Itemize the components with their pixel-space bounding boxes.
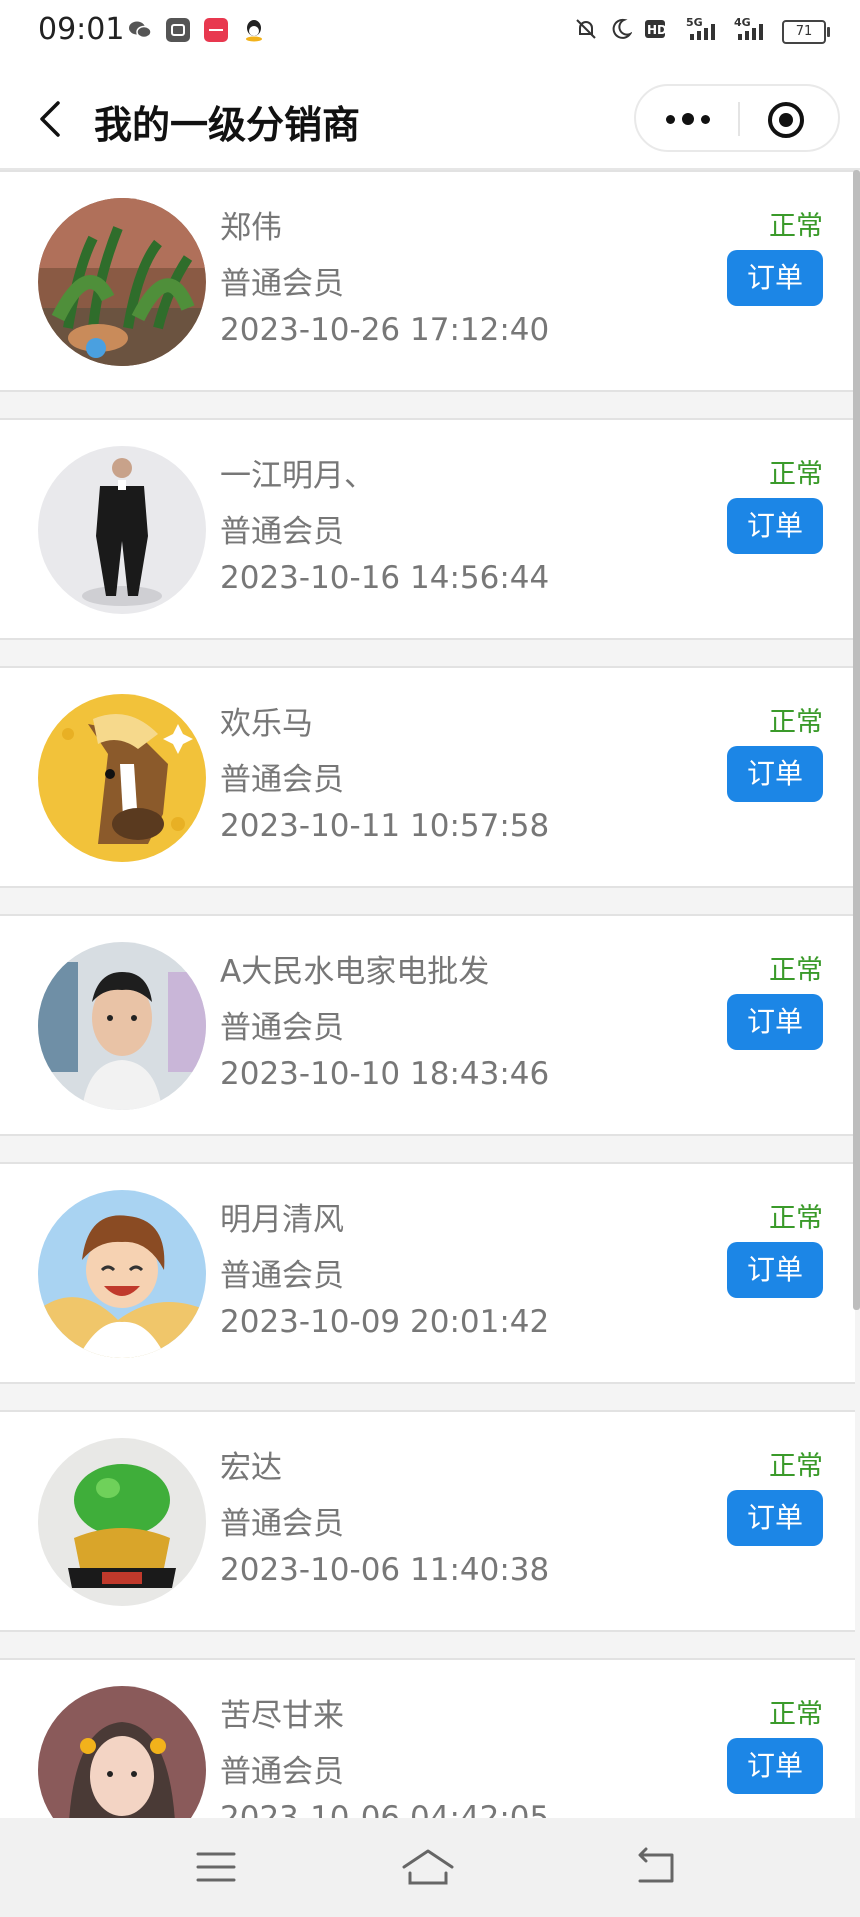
man-photo-avatar	[38, 942, 206, 1110]
cartoon-horse-avatar	[38, 694, 206, 862]
status-badge: 正常	[769, 1451, 823, 1482]
member-join-date: 2023-10-26 17:12:40	[220, 312, 550, 348]
list-item[interactable]: 明月清风 普通会员 2023-10-09 20:01:42 正常 订单	[0, 1162, 855, 1384]
menu-button[interactable]	[188, 1842, 244, 1892]
svg-text:HD: HD	[647, 23, 667, 37]
member-name: 宏达	[220, 1450, 282, 1486]
girl-photo-avatar	[38, 1686, 206, 1818]
target-close-icon	[768, 102, 804, 138]
plants-avatar	[38, 198, 206, 366]
member-join-date: 2023-10-16 14:56:44	[220, 560, 550, 596]
anime-boy-avatar	[38, 1190, 206, 1358]
order-button[interactable]: 订单	[727, 1242, 823, 1298]
status-indicators: HD 5G 4G 71	[574, 16, 830, 47]
nav-header: 我的一级分销商	[0, 70, 860, 170]
member-name: 郑伟	[220, 210, 282, 246]
scrollbar[interactable]	[853, 170, 860, 1310]
close-button[interactable]	[766, 100, 806, 140]
member-level: 普通会员	[220, 266, 344, 302]
status-badge: 正常	[769, 211, 823, 242]
jade-toad-avatar	[38, 1438, 206, 1606]
order-button[interactable]: 订单	[727, 498, 823, 554]
menu-icon	[196, 1852, 236, 1882]
status-badge: 正常	[769, 707, 823, 738]
list-item[interactable]: 郑伟 普通会员 2023-10-26 17:12:40 正常 订单	[0, 170, 855, 392]
battery-icon: 71	[782, 19, 830, 44]
order-button[interactable]: 订单	[727, 250, 823, 306]
svg-text:5G: 5G	[686, 16, 703, 29]
member-join-date: 2023-10-11 10:57:58	[220, 808, 550, 844]
member-level: 普通会员	[220, 514, 344, 550]
more-button[interactable]	[658, 104, 718, 134]
order-button[interactable]: 订单	[727, 746, 823, 802]
news-app-icon	[204, 18, 228, 42]
member-level: 普通会员	[220, 1754, 344, 1790]
4g-signal-icon: 4G	[734, 16, 770, 47]
member-list: 郑伟 普通会员 2023-10-26 17:12:40 正常 订单 一江明月、 …	[0, 170, 860, 1818]
wechat-icon	[128, 18, 152, 42]
member-join-date: 2023-10-06 04:42:05	[220, 1800, 550, 1818]
member-join-date: 2023-10-06 11:40:38	[220, 1552, 550, 1588]
list-item[interactable]: 一江明月、 普通会员 2023-10-16 14:56:44 正常 订单	[0, 418, 855, 640]
status-time: 09:01	[38, 12, 125, 47]
member-join-date: 2023-10-09 20:01:42	[220, 1304, 550, 1340]
member-level: 普通会员	[220, 1506, 344, 1542]
moon-icon	[610, 18, 633, 45]
status-badge: 正常	[769, 955, 823, 986]
miniprogram-capsule	[634, 84, 840, 152]
status-bar: 09:01 HD 5G 4G 71	[0, 0, 860, 70]
suit-man-avatar	[38, 446, 206, 614]
order-button[interactable]: 订单	[727, 1738, 823, 1794]
member-name: 明月清风	[220, 1202, 344, 1238]
silent-icon	[574, 17, 598, 46]
list-item[interactable]: 欢乐马 普通会员 2023-10-11 10:57:58 正常 订单	[0, 666, 855, 888]
member-level: 普通会员	[220, 762, 344, 798]
list-item[interactable]: 苦尽甘来 普通会员 2023-10-06 04:42:05 正常 订单	[0, 1658, 855, 1818]
status-badge: 正常	[769, 459, 823, 490]
gallery-icon	[166, 18, 190, 42]
member-name: A大民水电家电批发	[220, 954, 490, 990]
5g-signal-icon: 5G	[686, 16, 722, 47]
home-icon	[402, 1849, 454, 1885]
qq-icon	[242, 18, 266, 42]
order-button[interactable]: 订单	[727, 994, 823, 1050]
member-name: 苦尽甘来	[220, 1698, 344, 1734]
status-app-icons	[128, 18, 266, 42]
member-name: 欢乐马	[220, 706, 313, 742]
system-nav-bar	[0, 1818, 860, 1917]
return-icon	[638, 1847, 674, 1883]
chevron-left-icon	[40, 101, 60, 137]
page-title: 我的一级分销商	[94, 103, 361, 147]
member-join-date: 2023-10-10 18:43:46	[220, 1056, 550, 1092]
member-name: 一江明月、	[220, 458, 375, 494]
back-nav-button[interactable]	[628, 1842, 684, 1892]
list-item[interactable]: A大民水电家电批发 普通会员 2023-10-10 18:43:46 正常 订单	[0, 914, 855, 1136]
member-level: 普通会员	[220, 1010, 344, 1046]
list-item[interactable]: 宏达 普通会员 2023-10-06 11:40:38 正常 订单	[0, 1410, 855, 1632]
order-button[interactable]: 订单	[727, 1490, 823, 1546]
hd-icon: HD	[644, 18, 674, 45]
member-level: 普通会员	[220, 1258, 344, 1294]
status-badge: 正常	[769, 1699, 823, 1730]
back-button[interactable]	[30, 94, 70, 144]
status-badge: 正常	[769, 1203, 823, 1234]
home-button[interactable]	[400, 1842, 456, 1892]
svg-text:4G: 4G	[734, 16, 751, 29]
capsule-divider	[738, 102, 740, 136]
